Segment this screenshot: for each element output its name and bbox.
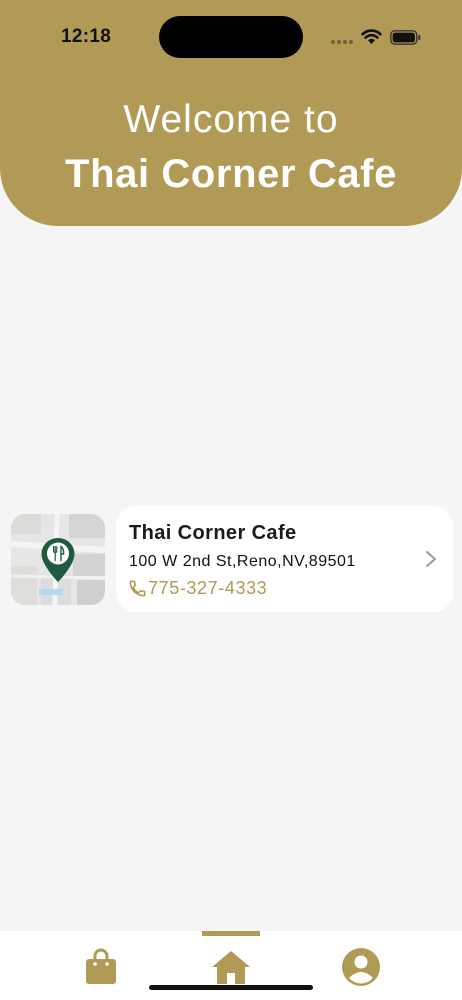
tab-home[interactable] [209,945,253,989]
active-tab-indicator [202,931,260,936]
location-address: 100 W 2nd St,Reno,NV,89501 [129,553,356,570]
dynamic-island [159,16,303,58]
restaurant-title: Thai Corner Cafe [65,152,397,196]
header-banner: 12:18 Welcome to Thai Corner Cafe [0,0,462,226]
tab-orders[interactable] [79,945,123,989]
location-name: Thai Corner Cafe [129,522,297,544]
status-time: 12:18 [61,26,112,47]
restaurant-pin-icon [41,538,75,582]
location-phone: 775-327-4333 [148,578,268,598]
phone-icon [129,580,146,597]
wifi-icon [361,29,382,44]
location-card[interactable]: Thai Corner Cafe 100 W 2nd St,Reno,NV,89… [116,506,453,612]
welcome-text: Welcome to [123,98,339,141]
battery-icon [390,30,421,45]
map-thumbnail[interactable] [11,514,105,605]
bag-icon [86,948,116,984]
tab-profile[interactable] [339,945,383,989]
profile-icon [342,948,380,986]
phone-link[interactable]: 775-327-4333 [128,578,267,599]
cellular-signal-icon [331,40,353,44]
home-indicator [149,985,313,990]
chevron-right-icon[interactable] [425,550,437,568]
home-icon [212,951,250,984]
